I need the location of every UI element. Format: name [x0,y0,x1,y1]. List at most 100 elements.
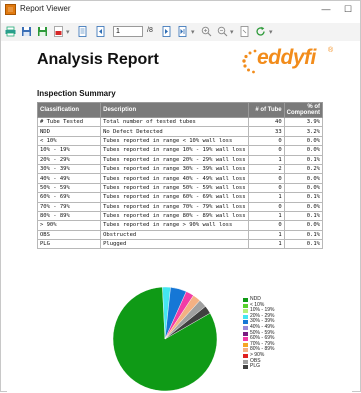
table-row: 80% - 89% Tubes reported in range 80% - 8… [36,210,324,222]
cell-classification: OBS [36,229,102,241]
cell-classification: 60% - 69% [36,192,102,203]
table-row: NDD No Defect Detected 33 3.2% [36,126,324,137]
cell-classification: 20% - 29% [36,154,102,165]
cell-classification: < 10% [36,135,102,147]
refresh-icon[interactable] [255,26,266,37]
cell-tube-count: 0 [247,220,285,231]
cell-tube-count: 0 [247,182,285,194]
legend-swatch [243,353,248,358]
single-page-icon[interactable] [77,26,88,37]
cell-classification: > 90% [36,220,102,231]
save-as-icon[interactable] [37,26,48,37]
export-pdf-icon[interactable] [53,26,64,37]
cell-tube-count: 33 [247,126,285,137]
table-row: OBS Obstructed 1 0.1% [36,229,324,241]
table-header-row: Classification Description # of Tube % o… [36,102,324,118]
cell-tube-count: 0 [247,173,285,184]
print-icon[interactable] [5,26,16,37]
header-classification: Classification [36,102,102,118]
app-icon [5,4,16,15]
cell-classification: 30% - 39% [36,163,102,175]
cell-tube-count: 2 [247,163,285,175]
section-title: Inspection Summary [37,89,116,98]
next-page-icon[interactable] [161,26,172,37]
cell-classification: NDD [36,126,102,137]
save-icon[interactable] [21,26,32,37]
cell-description: No Defect Detected [100,126,249,137]
table-row: 40% - 49% Tubes reported in range 40% - 4… [36,173,324,184]
legend-swatch [243,331,248,336]
cell-description: Tubes reported in range < 10% wall loss [100,135,249,147]
report-viewer-window: Report Viewer — ☐ ▾ /8 ▾ [0,0,361,393]
header-percent-component: % of Component [283,102,324,118]
cell-percent: 0.0% [283,182,324,194]
minimize-button[interactable]: — [319,3,333,17]
cell-percent: 0.1% [283,154,324,165]
table-row: > 90% Tubes reported in range > 90% wall … [36,220,324,231]
cell-tube-count: 1 [247,210,285,222]
title-bar: Report Viewer — ☐ [1,1,360,19]
inspection-summary-table: Classification Description # of Tube % o… [36,102,324,250]
cell-description: Tubes reported in range 70% - 79% wall l… [100,201,249,212]
cell-classification: 10% - 19% [36,145,102,156]
table-row: 50% - 59% Tubes reported in range 50% - 5… [36,182,324,194]
cell-classification: 40% - 49% [36,173,102,184]
cell-description: Tubes reported in range 40% - 49% wall l… [100,173,249,184]
cell-percent: 0.0% [283,220,324,231]
cell-description: Tubes reported in range 80% - 89% wall l… [100,210,249,222]
legend-swatch [243,365,248,370]
page-total-label: /8 [147,27,153,34]
table-row: 20% - 29% Tubes reported in range 20% - 2… [36,154,324,165]
legend-swatch [243,314,248,319]
first-page-icon[interactable] [95,26,106,37]
cell-description: Tubes reported in range 50% - 59% wall l… [100,182,249,194]
table-row: < 10% Tubes reported in range < 10% wall … [36,135,324,147]
eddyfi-logo: eddyfi ® [235,45,335,75]
logo-text: eddyfi [257,46,316,69]
legend-swatch [243,309,248,314]
legend-swatch [243,298,248,302]
cell-percent: 3.9% [283,116,324,128]
cell-tube-count: 1 [247,229,285,241]
cell-description: Tubes reported in range 10% - 19% wall l… [100,145,249,156]
cell-tube-count: 1 [247,154,285,165]
legend-swatch [243,337,248,342]
cell-tube-count: 40 [247,116,285,128]
cell-percent: 0.0% [283,145,324,156]
cell-percent: 0.2% [283,163,324,175]
cell-classification: 80% - 89% [36,210,102,222]
cell-description: Tubes reported in range > 90% wall loss [100,220,249,231]
cell-percent: 0.1% [283,229,324,241]
legend-swatch [243,320,248,325]
legend-swatch [243,359,248,364]
cell-percent: 0.0% [283,201,324,212]
table-row: 60% - 69% Tubes reported in range 60% - 6… [36,192,324,203]
last-page-icon[interactable] [177,26,188,37]
table-row: 30% - 39% Tubes reported in range 30% - 3… [36,163,324,175]
zoom-in-icon[interactable] [201,26,212,37]
cell-description: Obstructed [100,229,249,241]
page-number-input[interactable] [113,26,143,37]
maximize-button[interactable]: ☐ [341,3,355,17]
window-title: Report Viewer [20,4,71,13]
cell-description: Tubes reported in range 30% - 39% wall l… [100,163,249,175]
cell-tube-count: 0 [247,135,285,147]
cell-description: Tubes reported in range 20% - 29% wall l… [100,154,249,165]
cell-percent: 0.1% [283,239,324,250]
cell-classification: # Tube Tested [36,116,102,128]
logo-arc-icon [242,49,257,74]
cell-percent: 0.1% [283,192,324,203]
logo-registered-mark: ® [328,47,334,54]
legend-label: PLG [250,363,261,370]
report-title: Analysis Report [37,51,159,68]
zoom-out-icon[interactable] [217,26,228,37]
cell-tube-count: 0 [247,145,285,156]
cell-percent: 3.2% [283,126,324,137]
header-tube-count: # of Tube [247,102,285,118]
cell-percent: 0.1% [283,210,324,222]
fit-page-icon[interactable] [239,26,250,37]
cell-description: Plugged [100,239,249,250]
cell-tube-count: 0 [247,201,285,212]
table-row: # Tube Tested Total number of tested tube… [36,116,324,128]
legend-item: PLG [243,363,323,370]
